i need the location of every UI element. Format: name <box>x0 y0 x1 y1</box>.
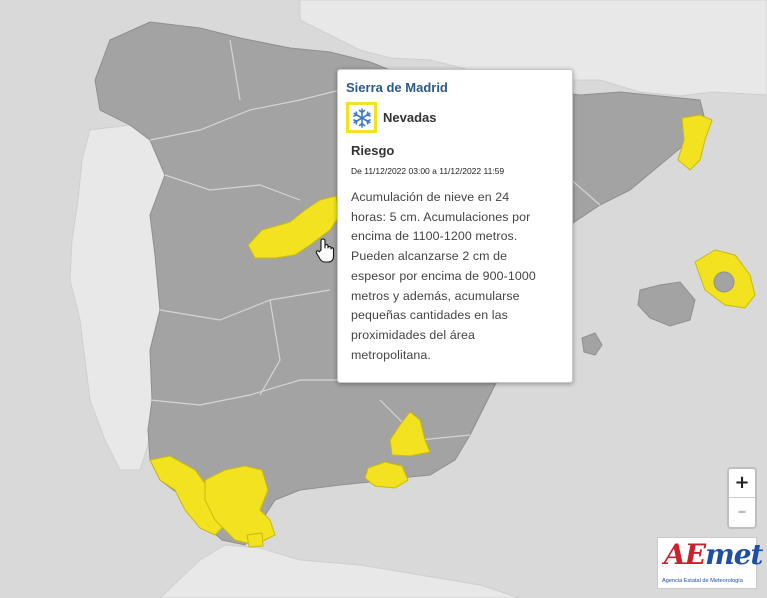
description-line: pequeñas cantidades en las <box>351 308 508 323</box>
description-line: metros y además, acumularse <box>351 288 520 303</box>
warning-strait[interactable] <box>246 532 264 548</box>
warning-description: Acumulación de nieve en 24 horas: 5 cm. … <box>351 188 558 365</box>
phenomenon-label: Nevadas <box>383 110 437 125</box>
popup-title: Sierra de Madrid <box>346 80 448 95</box>
description-line: encima de 1100-1200 metros. <box>351 229 518 244</box>
warning-period: De 11/12/2022 03:00 a 11/12/2022 11:59 <box>351 166 505 176</box>
phenomenon-row: Nevadas <box>346 102 558 133</box>
warning-popup: Sierra de Madrid Nevadas Riesgo De 11/12… <box>337 69 573 383</box>
menorca-inner <box>713 271 735 293</box>
snowflake-icon <box>346 102 377 133</box>
logo-subtitle: Agencia Estatal de Meteorología <box>662 578 743 584</box>
description-line: Acumulación de nieve en 24 <box>351 190 510 204</box>
description-line: proximidades del área <box>351 327 476 342</box>
description-line: Pueden alcanzarse 2 cm de <box>351 249 508 264</box>
description-line: metropolitana. <box>351 347 431 362</box>
risk-heading: Riesgo <box>351 143 395 158</box>
zoom-out-button[interactable]: – <box>729 498 755 527</box>
hand-cursor-icon <box>315 238 335 263</box>
aemet-logo[interactable]: AEmet Agencia Estatal de Meteorología <box>657 537 763 589</box>
description-line: horas: 5 cm. Acumulaciones por <box>351 209 531 224</box>
logo-wordmark: AEmet <box>664 538 763 571</box>
zoom-control: + – <box>727 467 757 529</box>
description-line: espesor por encima de 900-1000 <box>351 268 536 283</box>
zoom-in-button[interactable]: + <box>729 469 755 498</box>
